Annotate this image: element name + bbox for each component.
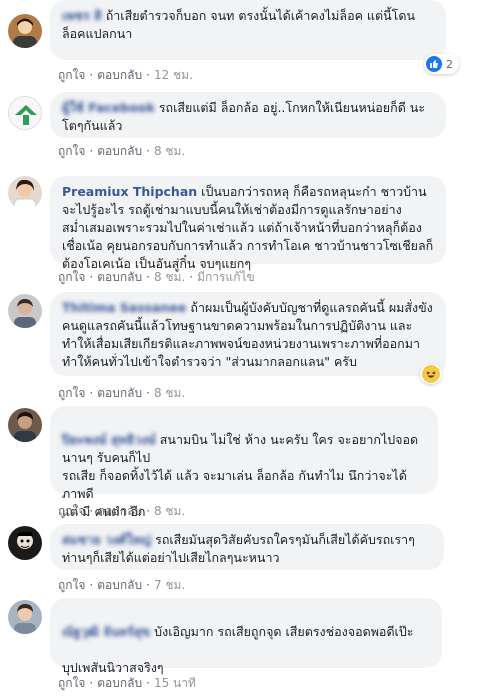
reaction-badge[interactable] — [420, 364, 442, 384]
comment-bubble: ผู้ใช้ Facebook รถเสียแต่มี ล็อกล้อ อยู่.… — [50, 92, 446, 138]
like-link[interactable]: ถูกใจ — [58, 68, 85, 82]
like-link[interactable]: ถูกใจ — [58, 578, 85, 592]
like-link[interactable]: ถูกใจ — [58, 504, 85, 518]
comment-author[interactable]: Preamiux Thipchan — [62, 184, 197, 199]
comment-timestamp[interactable]: 8 ชม. — [154, 504, 185, 518]
like-link[interactable]: ถูกใจ — [58, 676, 85, 690]
reply-link[interactable]: ตอบกลับ — [97, 68, 142, 82]
edited-link[interactable]: มีการแก้ไข — [197, 270, 255, 284]
comment-author[interactable]: ผู้ใช้ Facebook — [62, 100, 155, 115]
reply-link[interactable]: ตอบกลับ — [97, 578, 142, 592]
comment-author[interactable]: ปิยะพงษ์ สุทธิวงษ์ — [62, 432, 156, 447]
blur-mask — [0, 88, 14, 102]
reaction-badge[interactable]: 2 — [424, 54, 459, 74]
commenter-avatar[interactable] — [8, 526, 42, 560]
haha-icon — [422, 365, 440, 383]
comment-actions: ถูกใจ · ตอบกลับ · 8 ชม. · มีการแก้ไข — [58, 270, 255, 284]
comment-bubble: Thitima Sassanee ถ้าผมเป็นผู้บังคับบัญชาท… — [50, 292, 446, 376]
comment-actions: ถูกใจ · ตอบกลับ · 7 ชม. — [58, 578, 186, 592]
commenter-avatar[interactable] — [8, 294, 42, 328]
comment-bubble: ปิยะพงษ์ สุทธิวงษ์ สนามบิน ไม่ใช่ ห้าง นะ… — [50, 406, 438, 519]
comment-actions: ถูกใจ · ตอบกลับ · 12 ชม. — [58, 68, 193, 82]
reply-link[interactable]: ตอบกลับ — [97, 386, 142, 400]
comment-author[interactable]: เพชร สิ — [62, 8, 102, 23]
comment-actions: ถูกใจ · ตอบกลับ · 8 ชม. — [58, 386, 186, 400]
comment-timestamp[interactable]: 8 ชม. — [154, 386, 185, 400]
comment-bubble: Preamiux Thipchan เป็นบอกว่ารถหลุ ก็คือรถ… — [50, 176, 446, 271]
comment-timestamp[interactable]: 12 ชม. — [154, 68, 193, 82]
comment-author[interactable]: สมชาย วงศ์ใหญ่ — [62, 532, 151, 547]
reply-link[interactable]: ตอบกลับ — [97, 144, 142, 158]
commenter-avatar[interactable] — [8, 408, 42, 442]
like-link[interactable]: ถูกใจ — [58, 386, 85, 400]
comment-timestamp[interactable]: 7 ชม. — [154, 578, 185, 592]
commenter-avatar[interactable] — [8, 14, 42, 48]
comment-bubble: ณัฐวุฒิ จันทร์สุข บังเอิญมาก รถเสียถูกจุด… — [50, 598, 442, 675]
like-link[interactable]: ถูกใจ — [58, 144, 85, 158]
commenter-avatar[interactable] — [8, 176, 42, 210]
comment-actions: ถูกใจ · ตอบกลับ · 15 นาที — [58, 676, 196, 690]
comment-timestamp[interactable]: 8 ชม. — [154, 270, 185, 284]
reply-link[interactable]: ตอบกลับ — [97, 504, 142, 518]
comment-bubble: สมชาย วงศ์ใหญ่ รถเสียมันสุดวิสัยคับรถใครๆ… — [50, 524, 444, 570]
like-icon — [426, 56, 442, 72]
comment-timestamp[interactable]: 8 ชม. — [154, 144, 185, 158]
reaction-count: 2 — [446, 57, 453, 71]
comment-text: ถ้าเสียตำรวจก็บอก จนท ตรงนั้นได้เค้าคงไม… — [62, 8, 416, 41]
like-link[interactable]: ถูกใจ — [58, 270, 85, 284]
comment-author[interactable]: Thitima Sassanee — [62, 300, 186, 315]
comment-timestamp[interactable]: 15 นาที — [154, 676, 196, 690]
comment-author[interactable]: ณัฐวุฒิ จันทร์สุข — [62, 624, 150, 639]
commenter-avatar[interactable] — [8, 600, 42, 634]
comment-actions: ถูกใจ · ตอบกลับ · 8 ชม. — [58, 144, 186, 158]
comment-bubble: เพชร สิ ถ้าเสียตำรวจก็บอก จนท ตรงนั้นได้เ… — [50, 0, 446, 60]
reply-link[interactable]: ตอบกลับ — [97, 270, 142, 284]
reply-link[interactable]: ตอบกลับ — [97, 676, 142, 690]
comment-actions: ถูกใจ · ตอบกลับ · 8 ชม. — [58, 504, 186, 518]
